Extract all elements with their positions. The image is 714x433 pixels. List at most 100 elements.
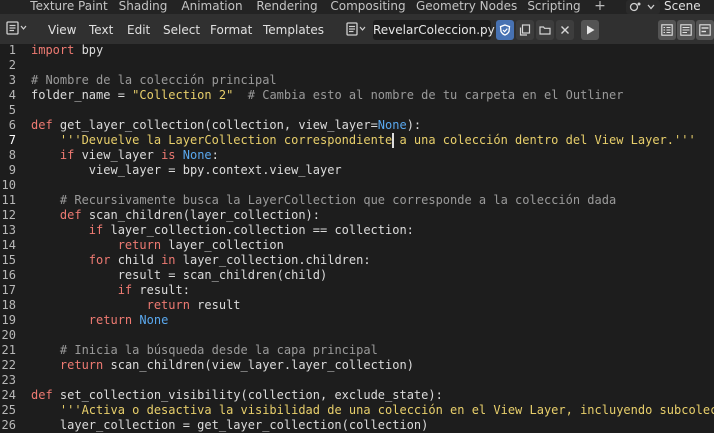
line-number: 21 <box>1 343 16 357</box>
toggle-syntax-highlight-button[interactable] <box>696 20 714 40</box>
menu-format[interactable]: Format <box>210 22 252 38</box>
code-line[interactable]: def set_collection_visibility(collection… <box>31 388 443 403</box>
open-text-button[interactable] <box>536 20 554 40</box>
add-workspace-button[interactable]: + <box>591 0 609 14</box>
line-number: 1 <box>8 43 16 57</box>
code-line[interactable]: '''Activa o desactiva la visibilidad de … <box>31 403 714 418</box>
fake-user-button[interactable] <box>496 20 514 40</box>
code-line[interactable]: def get_layer_collection(collection, vie… <box>31 118 421 133</box>
code-token: None <box>139 313 169 327</box>
code-line[interactable]: if result: <box>31 283 190 298</box>
run-script-button[interactable] <box>581 20 599 40</box>
code-token: return <box>88 313 133 327</box>
code-token: def <box>59 208 82 222</box>
code-token: child <box>110 253 162 267</box>
code-line[interactable]: # Inicia la búsqueda desde la capa princ… <box>31 343 378 358</box>
code-token: None <box>182 148 212 162</box>
code-token: in <box>161 253 176 267</box>
code-line[interactable]: layer_collection = get_layer_collection(… <box>31 418 428 432</box>
code-token: for <box>88 253 111 267</box>
code-line[interactable]: def scan_children(layer_collection): <box>31 208 320 223</box>
code-line[interactable]: import bpy <box>31 44 103 58</box>
text-editor-area[interactable]: 1 2 3 4 5 6 7 8 9 10 11 12 13 14 15 16 17 18 19 20 21 22 23 24 2… <box>0 43 714 432</box>
code-token: folder_name = <box>31 88 133 102</box>
close-icon <box>561 26 569 34</box>
code-token: # Inicia la búsqueda desde la capa princ… <box>59 343 378 357</box>
code-line[interactable]: '''Devuelve la LayerCollection correspon… <box>31 133 696 148</box>
text-editor-header: View Text Edit Select Format Templates R… <box>0 14 714 44</box>
text-cursor <box>392 133 395 148</box>
tab-shading[interactable]: Shading <box>114 0 172 14</box>
code-token: "Collection 2" <box>132 88 234 102</box>
tab-compositing[interactable]: Compositing <box>328 0 408 14</box>
tab-animation[interactable]: Animation <box>178 0 246 14</box>
code-token: def <box>31 118 53 132</box>
code-line[interactable]: # Nombre de la colección principal <box>31 73 277 88</box>
code-line[interactable]: for child in layer_collection.children: <box>31 253 371 268</box>
code-token: view_layer <box>74 148 162 162</box>
line-number: 7 <box>8 133 16 147</box>
workspace-tabs-bar: Texture Paint Shading Animation Renderin… <box>0 0 714 14</box>
line-number: 14 <box>1 238 16 252</box>
code-line[interactable]: if layer_collection.collection == collec… <box>31 223 414 238</box>
menu-edit[interactable]: Edit <box>127 22 150 38</box>
browse-text-button[interactable] <box>346 22 366 36</box>
shield-icon <box>499 24 511 36</box>
code-token: result = scan_children(child) <box>31 268 328 282</box>
code-token: layer_collection <box>161 238 284 252</box>
code-line[interactable]: return scan_children(view_layer.layer_co… <box>31 358 414 373</box>
code-token: return <box>146 298 190 312</box>
code-line[interactable]: folder_name = "Collection 2" # Cambia es… <box>31 88 623 103</box>
code-token: scan_children(layer_collection): <box>81 208 321 222</box>
line-number: 12 <box>1 208 16 222</box>
toggle-line-numbers-button[interactable] <box>658 20 676 40</box>
line-number: 15 <box>1 253 16 267</box>
menu-view[interactable]: View <box>48 22 76 38</box>
code-token: import <box>31 44 75 57</box>
line-number: 26 <box>1 418 16 432</box>
code-line[interactable]: return result <box>31 298 241 313</box>
code-line[interactable]: result = scan_children(child) <box>31 268 328 283</box>
line-number: 25 <box>1 403 16 417</box>
text-block-name-field[interactable]: RevelarColeccion.py <box>373 20 495 40</box>
editor-type-menu[interactable] <box>6 21 27 35</box>
code-line[interactable]: if view_layer is None: <box>31 148 219 163</box>
code-line[interactable]: return None <box>31 313 169 328</box>
tab-rendering[interactable]: Rendering <box>254 0 320 14</box>
tab-texture-paint[interactable]: Texture Paint <box>26 0 112 14</box>
menu-templates[interactable]: Templates <box>263 22 324 38</box>
duplicate-text-button[interactable] <box>516 20 534 40</box>
syntax-highlight-icon <box>699 24 711 36</box>
scene-selector[interactable] <box>626 0 660 14</box>
unlink-text-button[interactable] <box>556 20 574 40</box>
code-token: ): <box>406 118 422 132</box>
code-area[interactable]: import bpy # Nombre de la colección princ… <box>31 44 714 432</box>
line-numbers-icon <box>661 24 673 36</box>
code-line[interactable]: return layer_collection <box>31 238 284 253</box>
line-number: 2 <box>8 58 16 72</box>
code-line[interactable]: view_layer = bpy.context.view_layer <box>31 163 342 178</box>
toggle-word-wrap-button[interactable] <box>677 20 695 40</box>
line-number: 24 <box>1 388 16 402</box>
tab-geometry-nodes[interactable]: Geometry Nodes <box>416 0 517 14</box>
line-number: 13 <box>1 223 16 237</box>
menu-select[interactable]: Select <box>163 22 200 38</box>
code-line[interactable]: # Recursivamente busca la LayerCollectio… <box>31 193 616 208</box>
line-number-gutter: 1 2 3 4 5 6 7 8 9 10 11 12 13 14 15 16 17 18 19 20 21 22 23 24 2… <box>0 43 22 432</box>
line-number: 20 <box>1 328 16 342</box>
folder-icon <box>539 26 551 35</box>
code-token: set_collection_visibility(collection, ex… <box>52 388 443 402</box>
tab-scripting[interactable]: Scripting <box>522 0 586 14</box>
menu-text[interactable]: Text <box>89 22 113 38</box>
scene-name[interactable]: Scene <box>664 0 701 14</box>
line-number: 8 <box>8 148 16 162</box>
